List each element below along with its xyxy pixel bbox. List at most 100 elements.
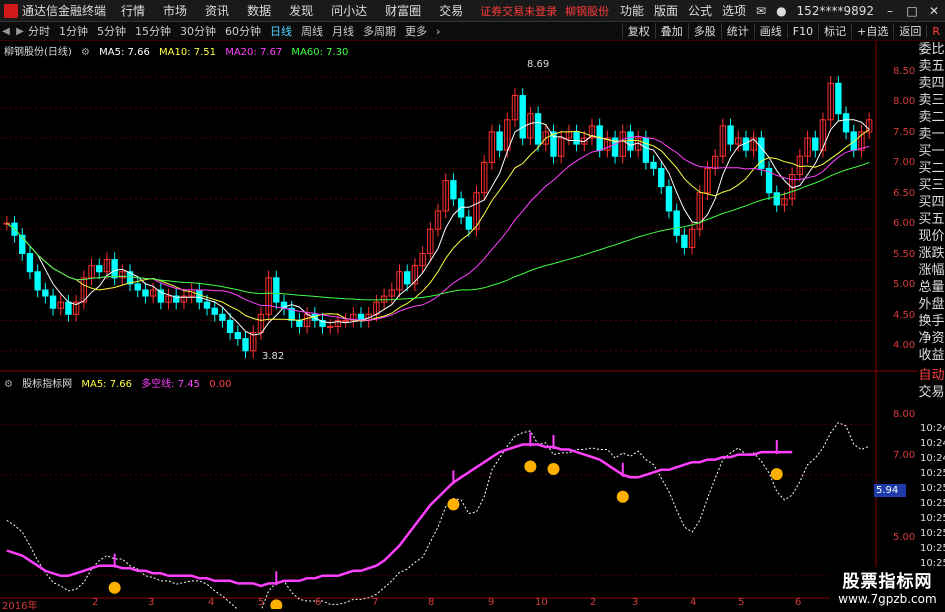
sidebar-item[interactable]: 买三 xyxy=(918,177,945,194)
time-entry: 10:25 xyxy=(920,543,945,554)
y-tick: 6.00 xyxy=(893,218,916,229)
sidebar-item[interactable]: 卖四 xyxy=(918,75,945,92)
trade-label[interactable]: 交易 xyxy=(918,384,945,401)
sidebar-item[interactable]: 卖一 xyxy=(918,126,945,143)
menu-item-wealth[interactable]: 财富圈 xyxy=(385,2,421,19)
mail-icon[interactable]: ✉ xyxy=(756,4,766,18)
btn-f10[interactable]: F10 xyxy=(786,24,818,38)
quote-sidebar: 委比 卖五 卖四 卖三 卖二 卖一 买一 买二 买三 买四 买五 现价 涨跌 涨… xyxy=(918,41,945,401)
sidebar-item[interactable]: 买五 xyxy=(918,211,945,228)
menu-item-layout[interactable]: 版面 xyxy=(654,2,678,19)
menu-item-quotes[interactable]: 行情 xyxy=(121,2,145,19)
sidebar-item[interactable]: 买四 xyxy=(918,194,945,211)
period-tab-30min[interactable]: 30分钟 xyxy=(180,23,216,39)
sidebar-item[interactable]: 卖五 xyxy=(918,58,945,75)
minimize-icon[interactable]: – xyxy=(884,5,896,17)
candle-body xyxy=(465,216,472,230)
maximize-icon[interactable]: □ xyxy=(906,5,918,17)
candle-body xyxy=(203,301,211,309)
btn-overlay[interactable]: 叠加 xyxy=(654,23,688,39)
y-tick: 4.50 xyxy=(893,310,916,321)
btn-back[interactable]: 返回 xyxy=(893,23,926,39)
btn-multi-stock[interactable]: 多股 xyxy=(687,23,721,39)
candle-body xyxy=(404,271,411,285)
login-warning[interactable]: 证券交易未登录 xyxy=(480,3,557,19)
period-tab-weekly[interactable]: 周线 xyxy=(301,23,323,39)
menu-item-formula[interactable]: 公式 xyxy=(688,2,712,19)
auto-label[interactable]: 自动 xyxy=(918,367,945,384)
sidebar-item[interactable]: 换手 xyxy=(918,313,945,330)
period-tab-intraday[interactable]: 分时 xyxy=(28,23,50,39)
back-arrow-icon[interactable]: ◀ xyxy=(0,26,12,37)
forward-arrow-icon[interactable]: ▶ xyxy=(14,26,26,37)
main-title: 柳钢股份(日线) xyxy=(4,47,72,58)
watermark: 股票指标网 www.7gpzb.com xyxy=(830,567,945,609)
account-label[interactable]: 152****9892 xyxy=(797,4,874,18)
sidebar-item[interactable]: 卖三 xyxy=(918,92,945,109)
period-tab-more[interactable]: 更多 xyxy=(405,23,427,39)
candle-body xyxy=(758,137,765,169)
period-tab-15min[interactable]: 15分钟 xyxy=(135,23,171,39)
more-chevron-icon[interactable]: › xyxy=(436,25,440,38)
period-tab-daily[interactable]: 日线 xyxy=(270,23,292,39)
sidebar-item[interactable]: 外盘 xyxy=(918,296,945,313)
menu-item-trade[interactable]: 交易 xyxy=(439,2,463,19)
btn-add-watchlist[interactable]: +自选 xyxy=(851,23,893,39)
user-icon[interactable]: ● xyxy=(776,4,786,18)
sidebar-item[interactable]: 买一 xyxy=(918,143,945,160)
period-tab-monthly[interactable]: 月线 xyxy=(332,23,354,39)
candle-body xyxy=(342,319,349,322)
sub-legend: ⚙ 股标指标网 MA5: 7.66 多空线: 7.45 0.00 xyxy=(4,375,237,390)
menu-item-options[interactable]: 选项 xyxy=(722,2,746,19)
menu-item-ask[interactable]: 问小达 xyxy=(331,2,367,19)
time-entry: 10:25 xyxy=(920,528,945,539)
menu-item-data[interactable]: 数据 xyxy=(247,2,271,19)
candle-body xyxy=(658,167,665,188)
candle-body xyxy=(681,234,688,248)
sidebar-item[interactable]: 收益 xyxy=(918,347,945,364)
sidebar-item[interactable]: 现价 xyxy=(918,228,945,245)
sidebar-item[interactable]: 委比 xyxy=(918,41,945,58)
candle-body xyxy=(573,131,580,145)
settings-gear-icon[interactable]: ⚙ xyxy=(81,47,90,58)
buy-signal-marker xyxy=(547,463,560,476)
x-tick: 10 xyxy=(535,597,548,608)
sub-settings-icon[interactable]: ⚙ xyxy=(4,379,13,390)
sub-title: 股标指标网 xyxy=(22,379,73,390)
period-tab-multi[interactable]: 多周期 xyxy=(363,23,396,39)
toolbar-right: 复权 叠加 多股 统计 画线 F10 标记 +自选 返回 R xyxy=(621,22,945,40)
current-value-box: 5.94 xyxy=(874,484,906,497)
sub-line-label: 多空线: 7.45 xyxy=(141,379,201,390)
x-tick: 5 xyxy=(258,597,265,608)
candle-body xyxy=(34,271,41,291)
candle-body xyxy=(49,295,57,309)
menu-item-market[interactable]: 市场 xyxy=(163,2,187,19)
sidebar-item[interactable]: 卖二 xyxy=(918,109,945,126)
kline-chart[interactable] xyxy=(0,41,918,609)
btn-adjust[interactable]: 复权 xyxy=(621,23,655,39)
close-icon[interactable]: ✕ xyxy=(928,5,940,17)
time-entry: 10:24 xyxy=(920,423,945,434)
sidebar-item[interactable]: 买二 xyxy=(918,160,945,177)
buy-signal-marker xyxy=(447,498,460,511)
menu-item-news[interactable]: 资讯 xyxy=(205,2,229,19)
period-tab-5min[interactable]: 5分钟 xyxy=(97,23,126,39)
sidebar-item[interactable]: 涨跌 xyxy=(918,245,945,262)
btn-stats[interactable]: 统计 xyxy=(720,23,754,39)
x-tick: 2 xyxy=(590,597,597,608)
candle-body xyxy=(842,113,850,133)
sidebar-item[interactable]: 总量 xyxy=(918,279,945,296)
menu-item-discover[interactable]: 发现 xyxy=(289,2,313,19)
buy-signal-marker xyxy=(270,599,283,609)
period-tab-1min[interactable]: 1分钟 xyxy=(59,23,88,39)
candle-body xyxy=(226,319,234,334)
candle-body xyxy=(196,289,203,303)
btn-draw[interactable]: 画线 xyxy=(753,23,787,39)
buy-signal-marker xyxy=(616,490,629,503)
period-toolbar: ◀ ▶ 分时 1分钟 5分钟 15分钟 30分钟 60分钟 日线 周线 月线 多… xyxy=(0,22,945,41)
btn-mark[interactable]: 标记 xyxy=(818,23,851,39)
sidebar-item[interactable]: 涨幅 xyxy=(918,262,945,279)
menu-item-function[interactable]: 功能 xyxy=(620,2,644,19)
sidebar-item[interactable]: 净资 xyxy=(918,330,945,347)
period-tab-60min[interactable]: 60分钟 xyxy=(225,23,261,39)
